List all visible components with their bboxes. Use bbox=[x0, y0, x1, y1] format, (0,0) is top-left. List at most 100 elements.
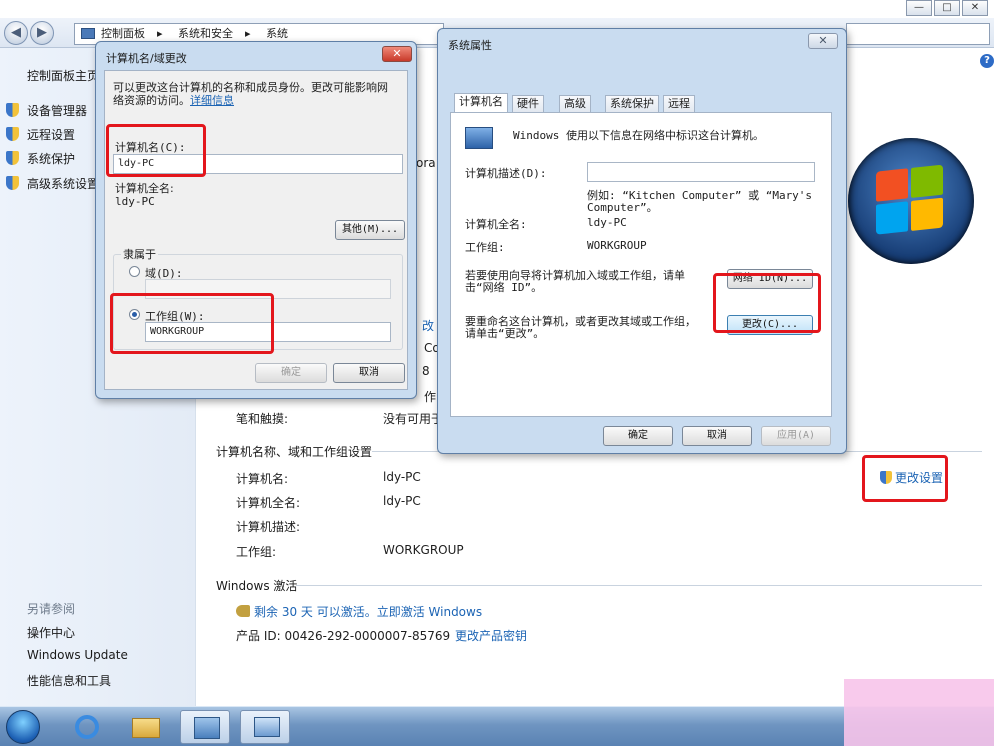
computer-name-change-dialog: 计算机名/域更改 ✕ 可以更改这台计算机的名称和成员身份。更改可能影响网 络资源… bbox=[95, 41, 417, 399]
flag-blue bbox=[876, 201, 908, 235]
partial-text: 作 bbox=[424, 390, 437, 404]
sidebar-item-label: 高级系统设置 bbox=[27, 177, 100, 191]
folder-glyph bbox=[132, 718, 160, 738]
description-label: 计算机描述(D): bbox=[465, 167, 547, 180]
apply-button[interactable]: 应用(A) bbox=[761, 426, 831, 446]
ok-button[interactable]: 确定 bbox=[255, 363, 327, 383]
sidebar-item-label: 系统保护 bbox=[27, 152, 76, 166]
flag-yellow bbox=[911, 197, 943, 231]
shield-icon bbox=[6, 127, 19, 141]
breadcrumb-item[interactable]: 控制面板 bbox=[101, 27, 145, 40]
cancel-button[interactable]: 取消 bbox=[333, 363, 405, 383]
tab-panel: Windows 使用以下信息在网络中标识这台计算机。 计算机描述(D): 例如:… bbox=[450, 112, 832, 417]
minimize-button[interactable]: — bbox=[906, 0, 932, 16]
close-button[interactable]: ✕ bbox=[962, 0, 988, 16]
partial-text: 8 bbox=[422, 364, 430, 378]
description-input[interactable] bbox=[587, 162, 815, 182]
control-panel-glyph bbox=[194, 717, 220, 739]
full-name-value: ldy-PC bbox=[383, 494, 421, 508]
highlight-box bbox=[862, 455, 948, 502]
system-properties-dialog: 系统属性 ✕ 计算机名 硬件 高级 系统保护 远程 Windows 使用以下信息… bbox=[437, 28, 847, 454]
ok-button[interactable]: 确定 bbox=[603, 426, 673, 446]
breadcrumb-sep: ▸ bbox=[245, 27, 251, 40]
dialog-intro: Windows 使用以下信息在网络中标识这台计算机。 bbox=[513, 129, 764, 142]
computer-icon bbox=[465, 127, 493, 149]
sidebar-item-remote[interactable]: 远程设置 bbox=[6, 126, 75, 144]
performance-link[interactable]: 性能信息和工具 bbox=[27, 672, 111, 689]
workgroup-label: 工作组: bbox=[236, 545, 277, 559]
domain-radio[interactable] bbox=[129, 266, 140, 277]
ie-icon[interactable] bbox=[62, 710, 112, 744]
flag-red bbox=[876, 168, 908, 202]
workgroup-value: WORKGROUP bbox=[587, 239, 647, 252]
search-input[interactable] bbox=[846, 23, 990, 45]
ie-glyph bbox=[75, 715, 99, 739]
close-icon[interactable]: ✕ bbox=[808, 33, 838, 49]
tab-system-protection[interactable]: 系统保护 bbox=[605, 95, 659, 113]
full-name-value: ldy-PC bbox=[115, 195, 155, 208]
see-also-title: 另请参阅 bbox=[27, 602, 76, 616]
tab-advanced[interactable]: 高级 bbox=[559, 95, 591, 113]
sidebar-item-label: 设备管理器 bbox=[27, 104, 88, 118]
tab-computer-name[interactable]: 计算机名 bbox=[454, 93, 508, 113]
more-button[interactable]: 其他(M)... bbox=[335, 220, 405, 240]
tab-hardware[interactable]: 硬件 bbox=[512, 95, 544, 113]
sidebar-item-device-manager[interactable]: 设备管理器 bbox=[6, 102, 87, 120]
windows-flag bbox=[876, 164, 946, 237]
shield-icon bbox=[6, 176, 19, 190]
section-divider bbox=[296, 585, 982, 586]
key-icon bbox=[236, 605, 250, 617]
windows-update-link[interactable]: Windows Update bbox=[27, 648, 128, 662]
member-of-label: 隶属于 bbox=[121, 246, 158, 262]
sidebar-item-advanced[interactable]: 高级系统设置 bbox=[6, 175, 99, 193]
dialog-title: 系统属性 bbox=[448, 39, 492, 52]
tab-remote[interactable]: 远程 bbox=[663, 95, 695, 113]
pen-touch-label: 笔和触摸: bbox=[236, 412, 289, 426]
computer-name-value: ldy-PC bbox=[383, 470, 421, 484]
control-panel-icon[interactable] bbox=[180, 710, 230, 744]
example-text: Computer”。 bbox=[587, 201, 658, 214]
computer-name-label: 计算机名: bbox=[236, 472, 289, 486]
partial-link[interactable]: 改 bbox=[422, 317, 434, 334]
highlight-box bbox=[713, 273, 821, 333]
workgroup-label: 工作组: bbox=[465, 241, 505, 254]
activation-status-text: 剩余 30 天 可以激活。立即激活 Windows bbox=[254, 605, 483, 619]
system-glyph bbox=[254, 717, 280, 737]
rename-text: 请单击“更改”。 bbox=[465, 327, 545, 340]
pen-touch-value: 没有可用于 bbox=[383, 412, 444, 426]
control-panel-home-link[interactable]: 控制面板主页 bbox=[27, 67, 99, 84]
cancel-button[interactable]: 取消 bbox=[682, 426, 752, 446]
sidebar-item-label: 远程设置 bbox=[27, 128, 76, 142]
change-product-key-link[interactable]: 更改产品密钥 bbox=[455, 627, 527, 644]
breadcrumb-item[interactable]: 系统 bbox=[266, 27, 288, 40]
intro-text-line2: 络资源的访问。详细信息 bbox=[113, 92, 234, 108]
window-controls: — □ ✕ bbox=[904, 0, 988, 16]
details-link[interactable]: 详细信息 bbox=[190, 94, 234, 107]
forward-icon[interactable]: ▶ bbox=[30, 21, 54, 45]
full-name-value: ldy-PC bbox=[587, 216, 627, 229]
system-icon[interactable] bbox=[240, 710, 290, 744]
product-id: 产品 ID: 00426-292-0000007-85769 bbox=[236, 629, 451, 643]
start-orb[interactable] bbox=[6, 710, 40, 744]
activation-status[interactable]: 剩余 30 天 可以激活。立即激活 Windows bbox=[236, 603, 482, 620]
back-icon[interactable]: ◀ bbox=[4, 21, 28, 45]
name-section-title: 计算机名称、域和工作组设置 bbox=[216, 445, 373, 459]
network-id-text: 击“网络 ID”。 bbox=[465, 281, 543, 294]
sidebar-item-protection[interactable]: 系统保护 bbox=[6, 150, 75, 168]
flag-green bbox=[911, 164, 943, 198]
partial-text: ora bbox=[416, 156, 436, 170]
computer-icon bbox=[81, 28, 95, 39]
folder-icon[interactable] bbox=[120, 710, 170, 744]
action-center-link[interactable]: 操作中心 bbox=[27, 624, 75, 641]
activation-title: Windows 激活 bbox=[216, 579, 298, 593]
maximize-button[interactable]: □ bbox=[934, 0, 960, 16]
close-icon[interactable]: ✕ bbox=[382, 46, 412, 62]
full-name-label: 计算机全名: bbox=[465, 218, 527, 231]
workgroup-value: WORKGROUP bbox=[383, 543, 464, 557]
full-name-label: 计算机全名: bbox=[236, 496, 301, 510]
shield-icon bbox=[6, 151, 19, 165]
highlight-box bbox=[110, 293, 274, 354]
description-label: 计算机描述: bbox=[236, 520, 301, 534]
breadcrumb-item[interactable]: 系统和安全 bbox=[178, 27, 233, 40]
windows-logo bbox=[848, 138, 974, 264]
